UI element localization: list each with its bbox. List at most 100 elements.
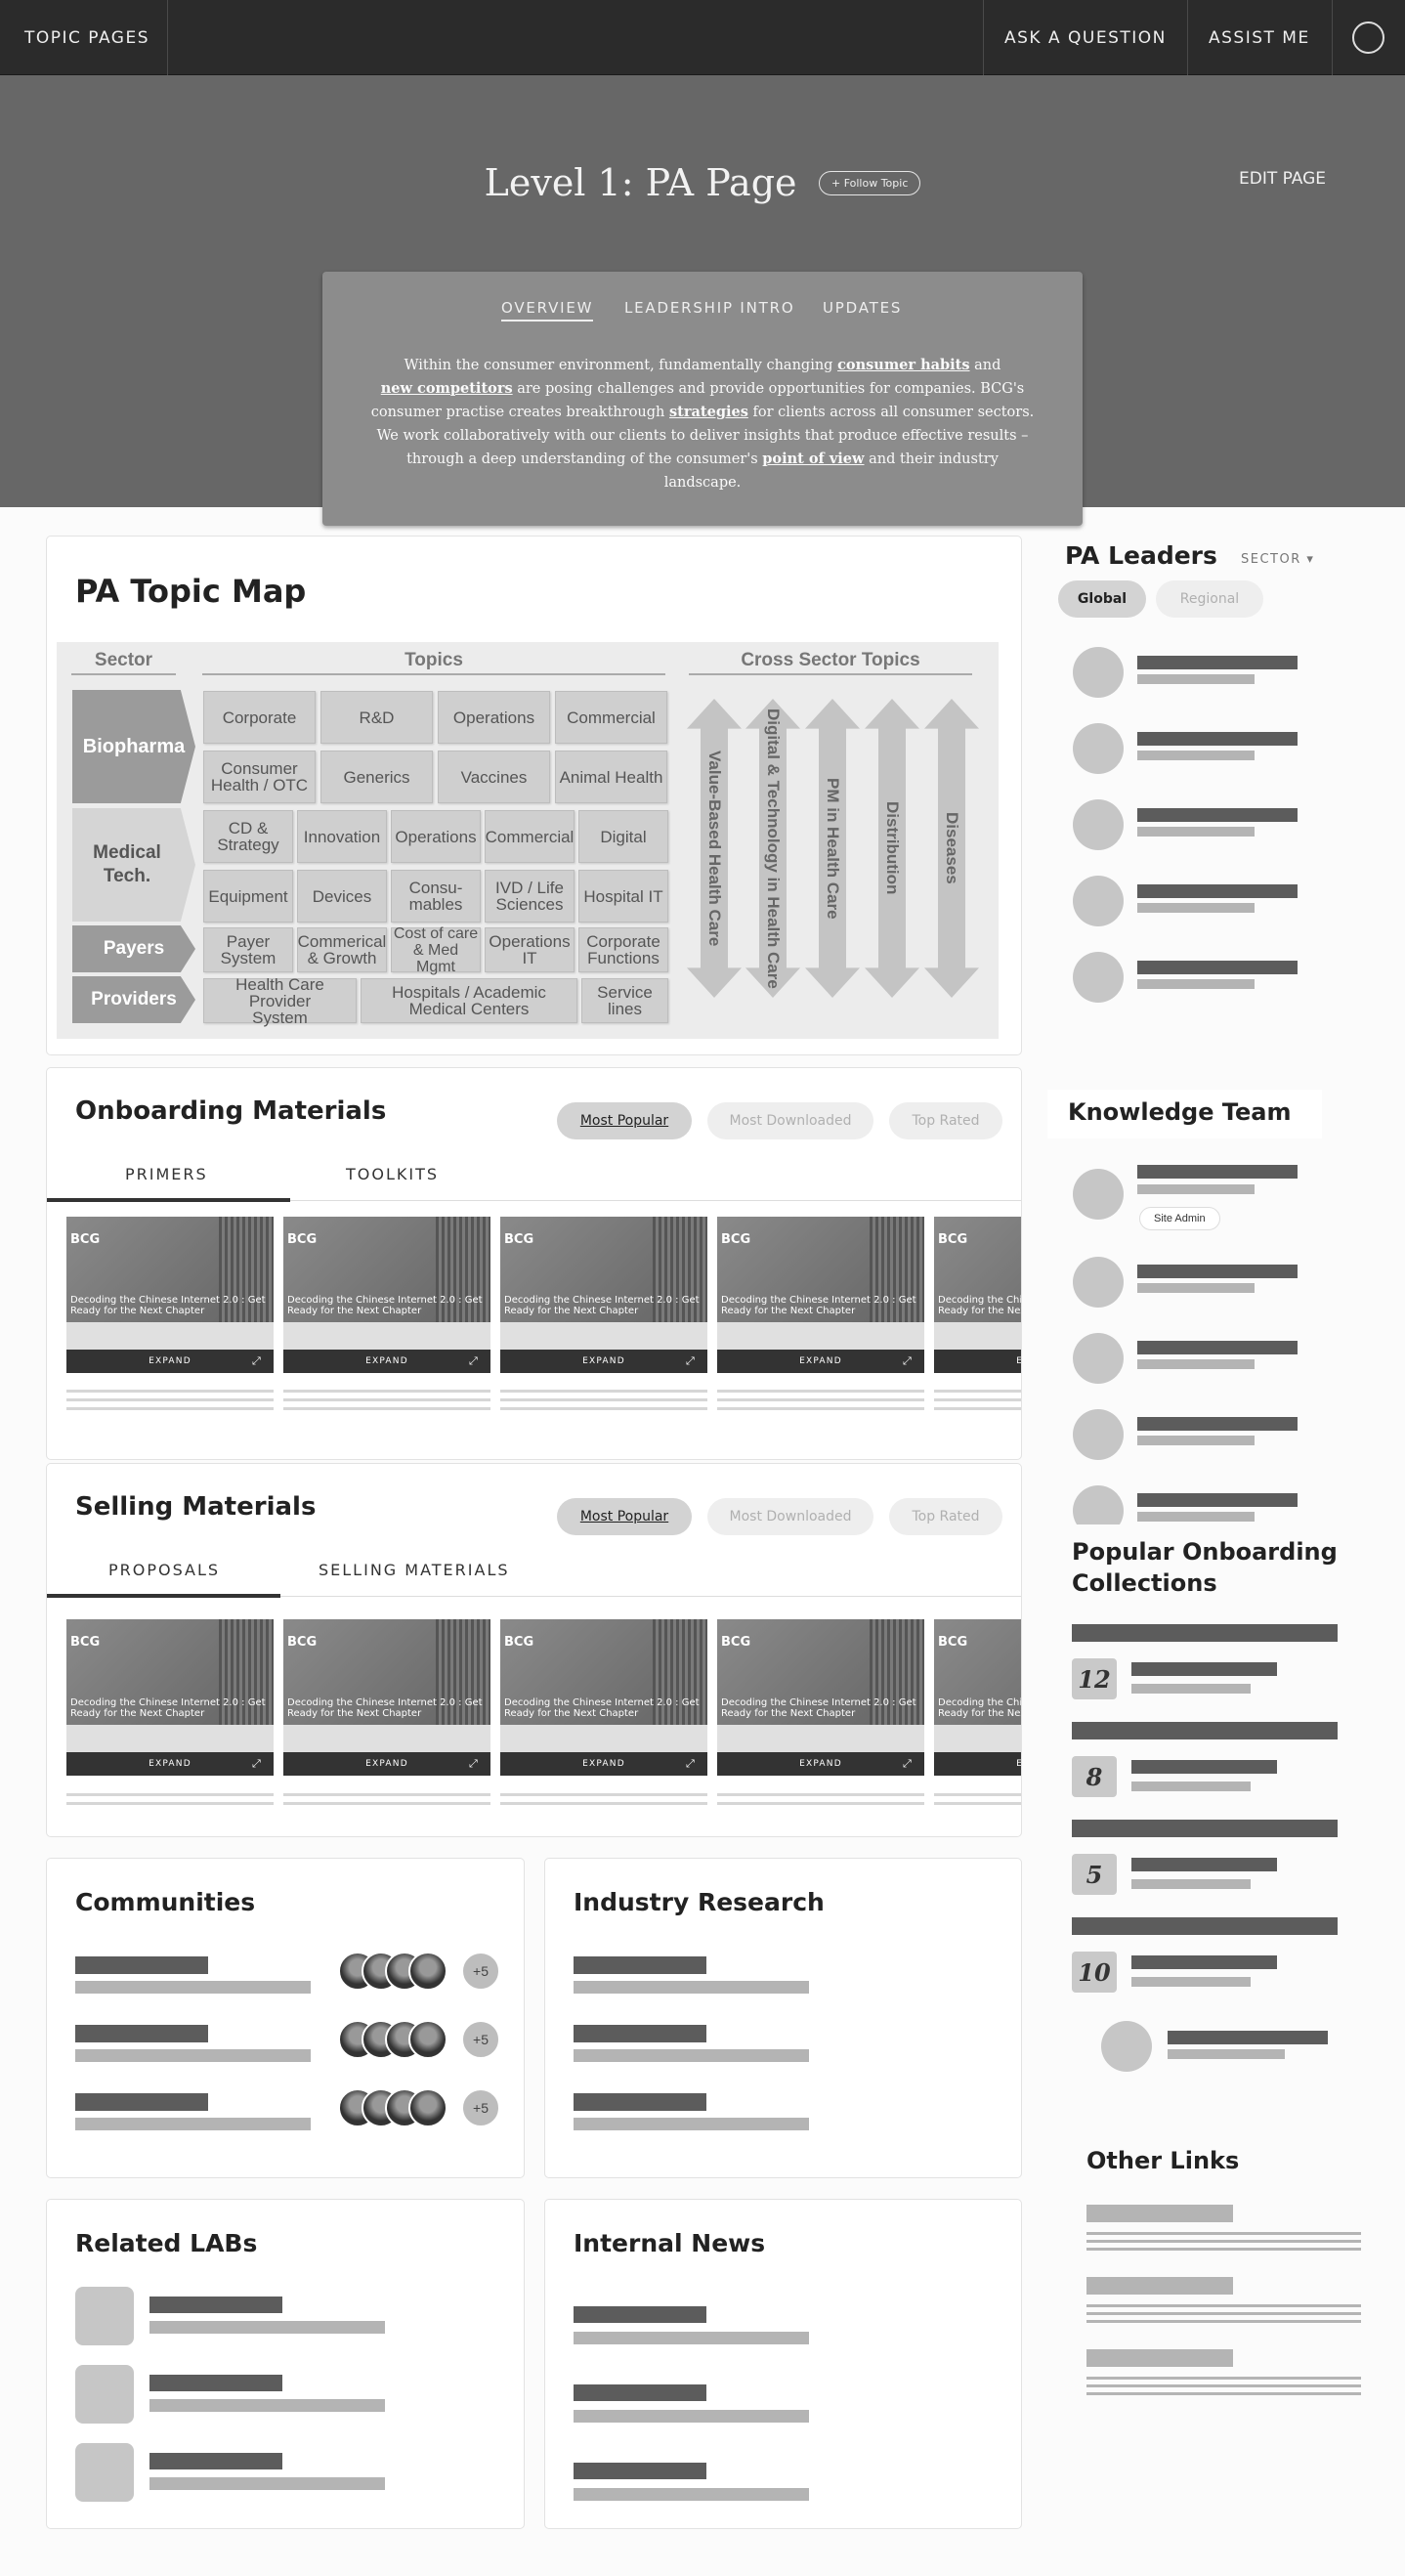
- lab-name-placeholder[interactable]: [149, 2453, 282, 2469]
- expand-button[interactable]: EXPAND⤢: [500, 1350, 707, 1373]
- lab-name-placeholder[interactable]: [149, 2297, 282, 2313]
- topic-box[interactable]: Corporate Functions: [578, 927, 668, 972]
- leader-avatar[interactable]: [1073, 876, 1124, 926]
- member-name-placeholder[interactable]: [1137, 1493, 1298, 1507]
- consumer-habits-link[interactable]: consumer habits: [837, 357, 969, 373]
- leader-avatar[interactable]: [1073, 723, 1124, 774]
- topic-box[interactable]: Animal Health: [555, 751, 667, 803]
- topic-box[interactable]: Operations IT: [485, 927, 575, 972]
- team-member-avatar[interactable]: [1073, 1333, 1124, 1384]
- document-thumbnail[interactable]: BCG Decoding the Chinese Internet 2.0 : G…: [500, 1217, 707, 1373]
- cross-topic[interactable]: Distribution: [865, 699, 919, 998]
- team-member-avatar[interactable]: [1073, 1409, 1124, 1460]
- expand-button[interactable]: EXPAND⤢: [717, 1752, 924, 1776]
- collection-title-placeholder[interactable]: [1072, 1624, 1338, 1642]
- leader-name-placeholder[interactable]: [1137, 808, 1298, 822]
- follow-topic-button[interactable]: + Follow Topic: [818, 170, 921, 195]
- topic-box[interactable]: Equipment: [203, 870, 293, 923]
- team-member-avatar[interactable]: [1073, 1169, 1124, 1220]
- tab-proposals[interactable]: PROPOSALS: [108, 1561, 220, 1579]
- topic-box[interactable]: Consumer Health / OTC: [203, 751, 316, 803]
- document-thumbnail[interactable]: BCG Decoding the Chinese Internet 2.0 : G…: [934, 1619, 1021, 1776]
- new-competitors-link[interactable]: new competitors: [381, 380, 513, 397]
- topic-box[interactable]: Devices: [297, 870, 387, 923]
- member-name-placeholder[interactable]: [1137, 1341, 1298, 1354]
- news-title-placeholder[interactable]: [574, 2384, 706, 2401]
- document-thumbnail[interactable]: BCG Decoding the Chinese Internet 2.0 : G…: [500, 1619, 707, 1776]
- top-rated-pill[interactable]: Top Rated: [889, 1498, 1002, 1535]
- regional-pill[interactable]: Regional: [1156, 580, 1263, 618]
- global-pill[interactable]: Global: [1058, 580, 1146, 618]
- expand-button[interactable]: EXPAND⤢: [934, 1752, 1021, 1776]
- document-thumbnail[interactable]: BCG Decoding the Chinese Internet 2.0 : G…: [717, 1217, 924, 1373]
- more-members-badge[interactable]: +5: [461, 1952, 500, 1991]
- member-name-placeholder[interactable]: [1137, 1417, 1298, 1431]
- tab-overview[interactable]: OVERVIEW: [501, 299, 594, 322]
- member-name-placeholder[interactable]: [1137, 1165, 1298, 1179]
- research-title-placeholder[interactable]: [574, 1956, 706, 1974]
- curator-avatar[interactable]: [1101, 2021, 1152, 2072]
- news-title-placeholder[interactable]: [574, 2306, 706, 2323]
- research-title-placeholder[interactable]: [574, 2093, 706, 2111]
- leader-avatar[interactable]: [1073, 952, 1124, 1003]
- topic-box[interactable]: Operations: [391, 810, 481, 863]
- user-avatar-icon[interactable]: [1352, 21, 1384, 54]
- tab-toolkits[interactable]: TOOLKITS: [346, 1165, 439, 1183]
- topic-box[interactable]: Vaccines: [438, 751, 550, 803]
- expand-button[interactable]: EXPAND⤢: [283, 1752, 490, 1776]
- document-thumbnail[interactable]: BCG Decoding the Chinese Internet 2.0 : G…: [283, 1619, 490, 1776]
- most-downloaded-pill[interactable]: Most Downloaded: [707, 1102, 873, 1139]
- expand-button[interactable]: EXPAND⤢: [717, 1350, 924, 1373]
- top-rated-pill[interactable]: Top Rated: [889, 1102, 1002, 1139]
- topic-box[interactable]: Cost of care & Med Mgmt: [391, 925, 481, 975]
- ask-question-link[interactable]: ASK A QUESTION: [1004, 28, 1167, 48]
- topic-box[interactable]: IVD / Life Sciences: [485, 870, 575, 923]
- sector-payers[interactable]: Payers: [72, 925, 195, 972]
- sector-biopharma[interactable]: Biopharma: [72, 690, 195, 803]
- more-members-badge[interactable]: +5: [461, 2088, 500, 2127]
- primers-carousel[interactable]: BCG Decoding the Chinese Internet 2.0 : G…: [47, 1217, 1021, 1437]
- expand-button[interactable]: EXPAND⤢: [66, 1350, 274, 1373]
- topic-box[interactable]: Hospital IT: [578, 870, 668, 923]
- tab-selling-materials[interactable]: SELLING MATERIALS: [319, 1561, 510, 1579]
- document-thumbnail[interactable]: BCG Decoding the Chinese Internet 2.0 : G…: [283, 1217, 490, 1373]
- lab-thumbnail[interactable]: [75, 2365, 134, 2424]
- news-title-placeholder[interactable]: [574, 2463, 706, 2479]
- topic-box[interactable]: Digital: [578, 810, 668, 863]
- topic-box[interactable]: Generics: [320, 751, 433, 803]
- topic-box[interactable]: Commerical & Growth: [297, 927, 387, 972]
- topic-box[interactable]: Corporate: [203, 691, 316, 744]
- community-name-placeholder[interactable]: [75, 1956, 208, 1974]
- cross-topic[interactable]: Digital & Technology in Health Care: [745, 699, 800, 998]
- expand-button[interactable]: EXPAND⤢: [934, 1350, 1021, 1373]
- expand-button[interactable]: EXPAND⤢: [283, 1350, 490, 1373]
- leader-name-placeholder[interactable]: [1137, 732, 1298, 746]
- document-thumbnail[interactable]: BCG Decoding the Chinese Internet 2.0 : G…: [934, 1217, 1021, 1373]
- sector-medical-tech[interactable]: Medical Tech.: [72, 808, 195, 922]
- assist-me-link[interactable]: ASSIST ME: [1209, 28, 1310, 48]
- topic-box[interactable]: Operations: [438, 691, 550, 744]
- cross-topic[interactable]: Diseases: [924, 699, 979, 998]
- topic-box[interactable]: Consu- mables: [391, 870, 481, 923]
- member-name-placeholder[interactable]: [1137, 1265, 1298, 1278]
- link-placeholder[interactable]: [1086, 2205, 1233, 2222]
- sector-dropdown[interactable]: SECTOR ▾: [1241, 552, 1314, 567]
- collection-title-placeholder[interactable]: [1072, 1917, 1338, 1935]
- strategies-link[interactable]: strategies: [669, 404, 748, 420]
- topic-box[interactable]: Commercial: [555, 691, 667, 744]
- topic-box[interactable]: Innovation: [297, 810, 387, 863]
- lab-thumbnail[interactable]: [75, 2443, 134, 2502]
- expand-button[interactable]: EXPAND⤢: [66, 1752, 274, 1776]
- leader-name-placeholder[interactable]: [1137, 961, 1298, 974]
- proposals-carousel[interactable]: BCG Decoding the Chinese Internet 2.0 : G…: [47, 1619, 1021, 1825]
- sector-providers[interactable]: Providers: [72, 976, 195, 1023]
- team-member-avatar[interactable]: [1073, 1257, 1124, 1308]
- tab-leadership-intro[interactable]: LEADERSHIP INTRO: [624, 299, 794, 317]
- document-thumbnail[interactable]: BCG Decoding the Chinese Internet 2.0 : G…: [66, 1217, 274, 1373]
- leader-avatar[interactable]: [1073, 799, 1124, 850]
- topic-box[interactable]: R&D: [320, 691, 433, 744]
- topic-box[interactable]: Hospitals / Academic Medical Centers: [361, 978, 577, 1023]
- collection-title-placeholder[interactable]: [1072, 1820, 1338, 1837]
- most-popular-pill[interactable]: Most Popular: [557, 1102, 692, 1139]
- most-downloaded-pill[interactable]: Most Downloaded: [707, 1498, 873, 1535]
